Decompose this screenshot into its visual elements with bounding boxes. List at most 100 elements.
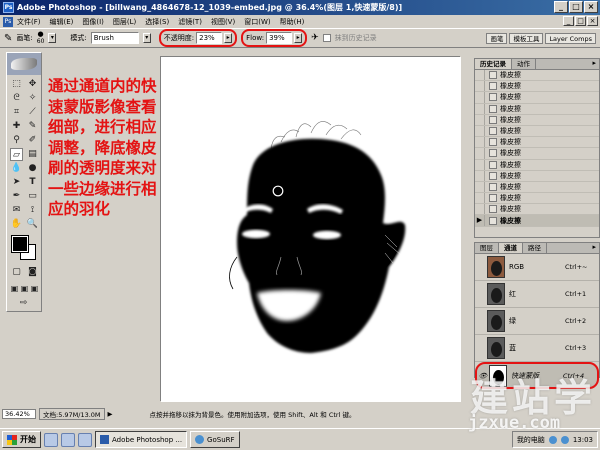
quick-launch-media-icon[interactable]	[78, 432, 92, 447]
status-arrow-icon[interactable]: ▶	[108, 410, 113, 418]
history-item-current[interactable]: ▶ 橡皮擦	[475, 215, 599, 227]
zoom-level[interactable]: 36.42%	[2, 409, 36, 419]
tab-paths[interactable]: 路径	[523, 243, 547, 253]
doc-close-button[interactable]: ×	[587, 16, 598, 26]
history-item[interactable]: 橡皮擦	[475, 81, 599, 93]
history-brush-tool-icon[interactable]: ✐	[26, 134, 39, 147]
eyedropper-tool-icon[interactable]: ⟟	[26, 204, 39, 217]
notes-tool-icon[interactable]: ✉	[10, 204, 23, 217]
brush-tool-icon[interactable]: ✎	[26, 120, 39, 133]
flow-field[interactable]: 39%	[266, 32, 293, 44]
eraser-tool-icon[interactable]: ✎	[4, 33, 12, 44]
channel-row-green[interactable]: 绿 Ctrl+2	[475, 308, 599, 335]
eye-icon[interactable]: 👁	[477, 372, 489, 380]
zoom-tool-icon[interactable]: 🔍	[26, 218, 39, 231]
blur-tool-icon[interactable]: 💧	[10, 162, 23, 175]
history-item[interactable]: 橡皮擦	[475, 148, 599, 160]
menu-layer[interactable]: 图层(L)	[113, 17, 136, 27]
chevron-down-icon[interactable]: ▾	[48, 33, 57, 43]
minimize-button[interactable]: _	[554, 1, 568, 13]
menu-edit[interactable]: 编辑(E)	[50, 17, 74, 27]
history-item[interactable]: 橡皮擦	[475, 159, 599, 171]
menu-view[interactable]: 视图(V)	[211, 17, 235, 27]
dodge-tool-icon[interactable]: ●	[26, 162, 39, 175]
doc-minimize-button[interactable]: _	[563, 16, 574, 26]
channel-row-red[interactable]: 红 Ctrl+1	[475, 281, 599, 308]
task-button-gosurf[interactable]: GoSuRF	[190, 431, 240, 448]
quick-launch-desktop-icon[interactable]	[61, 432, 75, 447]
task-button-photoshop[interactable]: Adobe Photoshop ...	[95, 431, 188, 448]
history-item[interactable]: 橡皮擦	[475, 193, 599, 205]
history-state-slider-icon[interactable]: ▶	[475, 215, 485, 226]
document-size[interactable]: 文档:5.97M/13.0M	[39, 408, 105, 420]
flow-slider-button[interactable]: ▸	[294, 33, 303, 43]
menu-help[interactable]: 帮助(H)	[280, 17, 305, 27]
doc-restore-button[interactable]: □	[575, 16, 586, 26]
type-tool-icon[interactable]: T	[26, 176, 39, 189]
airbrush-icon[interactable]: ✈	[311, 33, 319, 43]
history-item[interactable]: 橡皮擦	[475, 103, 599, 115]
crop-tool-icon[interactable]: ⌗	[10, 106, 23, 119]
magic-wand-tool-icon[interactable]: ✧	[26, 92, 39, 105]
chevron-down-icon[interactable]: ▾	[142, 33, 151, 43]
hand-tool-icon[interactable]: ✋	[10, 218, 23, 231]
tray-text[interactable]: 我的电脑	[517, 435, 545, 445]
menu-select[interactable]: 选择(S)	[145, 17, 169, 27]
maximize-button[interactable]: □	[569, 1, 583, 13]
tab-layers[interactable]: 图层	[475, 243, 499, 253]
move-tool-icon[interactable]: ✥	[26, 78, 39, 91]
palette-tab-brushes[interactable]: 画笔	[486, 33, 508, 44]
shape-tool-icon[interactable]: ▭	[26, 190, 39, 203]
mode-select[interactable]: Brush	[90, 32, 139, 44]
tab-history[interactable]: 历史记录	[475, 59, 512, 69]
channel-row-quick-mask[interactable]: 👁 快速蒙版 Ctrl+4	[475, 362, 599, 389]
tab-channels[interactable]: 通道	[499, 243, 523, 253]
network-icon[interactable]	[548, 435, 557, 444]
menu-image[interactable]: 图像(I)	[82, 17, 104, 27]
clone-stamp-tool-icon[interactable]: ⚲	[10, 134, 23, 147]
lasso-tool-icon[interactable]: ᘓ	[10, 92, 23, 105]
close-button[interactable]: ×	[584, 1, 598, 13]
history-item[interactable]: 橡皮擦	[475, 204, 599, 216]
document-canvas[interactable]	[160, 56, 461, 402]
brush-preset-picker[interactable]: ● 60	[37, 31, 45, 46]
path-selection-tool-icon[interactable]: ➤	[10, 176, 23, 189]
menu-window[interactable]: 窗口(W)	[244, 17, 270, 27]
opacity-field[interactable]: 23%	[196, 32, 223, 44]
panel-menu-icon[interactable]: ▸	[592, 59, 599, 69]
channel-row-blue[interactable]: 蓝 Ctrl+3	[475, 335, 599, 362]
palette-tab-layer-comps[interactable]: Layer Comps	[545, 33, 596, 44]
quick-launch-ie-icon[interactable]	[44, 432, 58, 447]
opacity-slider-button[interactable]: ▸	[224, 33, 233, 43]
history-item[interactable]: 橡皮擦	[475, 137, 599, 149]
screen-mode-full-icon[interactable]: ▣	[28, 282, 41, 295]
history-item[interactable]: 橡皮擦	[475, 181, 599, 194]
foreground-color-swatch[interactable]	[11, 235, 29, 253]
mode-label: 模式:	[70, 34, 87, 42]
history-item[interactable]: 橡皮擦	[475, 125, 599, 138]
pen-tool-icon[interactable]: ✒	[10, 190, 23, 203]
healing-brush-tool-icon[interactable]: ✚	[10, 120, 23, 133]
menu-file[interactable]: 文件(F)	[17, 17, 41, 27]
gradient-tool-icon[interactable]: ▤	[26, 148, 39, 161]
eraser-tool-icon[interactable]: ▱	[10, 148, 23, 161]
jump-to-imageready-icon[interactable]: ⇨	[17, 297, 30, 310]
tab-actions[interactable]: 动作	[512, 59, 536, 69]
marquee-tool-icon[interactable]: ⬚	[10, 78, 23, 91]
volume-icon[interactable]	[560, 435, 569, 444]
quick-mask-mode-icon[interactable]: ◙	[26, 266, 39, 279]
history-item[interactable]: 橡皮擦	[475, 114, 599, 126]
standard-mode-icon[interactable]: ▢	[10, 266, 23, 279]
history-item[interactable]: 橡皮擦	[475, 170, 599, 182]
clock[interactable]: 13:03	[573, 436, 593, 444]
erase-history-checkbox[interactable]	[322, 34, 331, 42]
slice-tool-icon[interactable]: ⟋	[26, 106, 39, 119]
history-item[interactable]: 橡皮擦	[475, 70, 599, 82]
channel-row-rgb[interactable]: RGB Ctrl+~	[475, 254, 599, 281]
history-item[interactable]: 橡皮擦	[475, 92, 599, 104]
channel-shortcut: Ctrl+3	[565, 344, 587, 352]
menu-filter[interactable]: 滤镜(T)	[178, 17, 202, 27]
start-button[interactable]: 开始	[2, 431, 41, 448]
panel-menu-icon[interactable]: ▸	[592, 243, 599, 253]
palette-tab-tool-presets[interactable]: 模板工具	[509, 33, 544, 44]
